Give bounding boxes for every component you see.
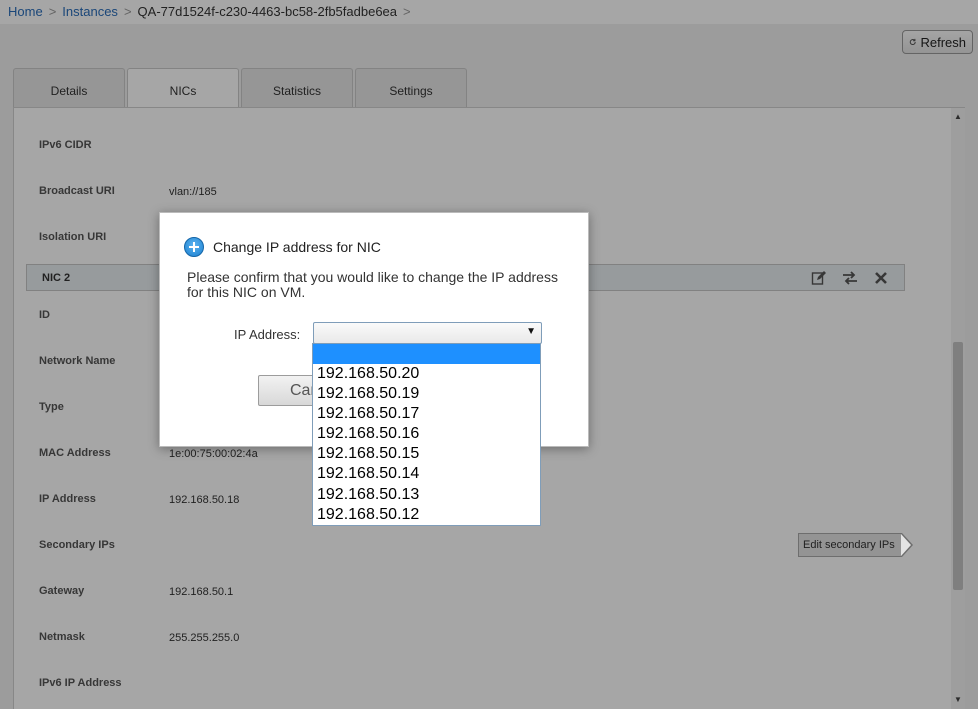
ip-address-field-label: IP Address: <box>234 327 301 342</box>
dropdown-option[interactable]: 192.168.50.19 <box>313 384 540 404</box>
dropdown-option[interactable]: 192.168.50.13 <box>313 485 540 505</box>
dropdown-option[interactable]: 192.168.50.20 <box>313 364 540 384</box>
dropdown-option[interactable]: 192.168.50.14 <box>313 464 540 484</box>
dropdown-option[interactable] <box>313 344 540 364</box>
dropdown-option[interactable]: 192.168.50.16 <box>313 424 540 444</box>
dropdown-option[interactable]: 192.168.50.15 <box>313 444 540 464</box>
dialog-message: Please confirm that you would like to ch… <box>187 269 558 300</box>
chevron-down-icon: ▼ <box>526 326 536 337</box>
ip-address-select[interactable]: ▼ <box>313 322 542 344</box>
add-icon <box>184 237 204 257</box>
dropdown-option[interactable]: 192.168.50.17 <box>313 404 540 424</box>
dialog-title-text: Change IP address for NIC <box>213 239 381 255</box>
ip-address-dropdown[interactable]: 192.168.50.20 192.168.50.19 192.168.50.1… <box>312 343 541 526</box>
dialog-title: Change IP address for NIC <box>184 237 381 257</box>
dropdown-option[interactable]: 192.168.50.12 <box>313 505 540 525</box>
